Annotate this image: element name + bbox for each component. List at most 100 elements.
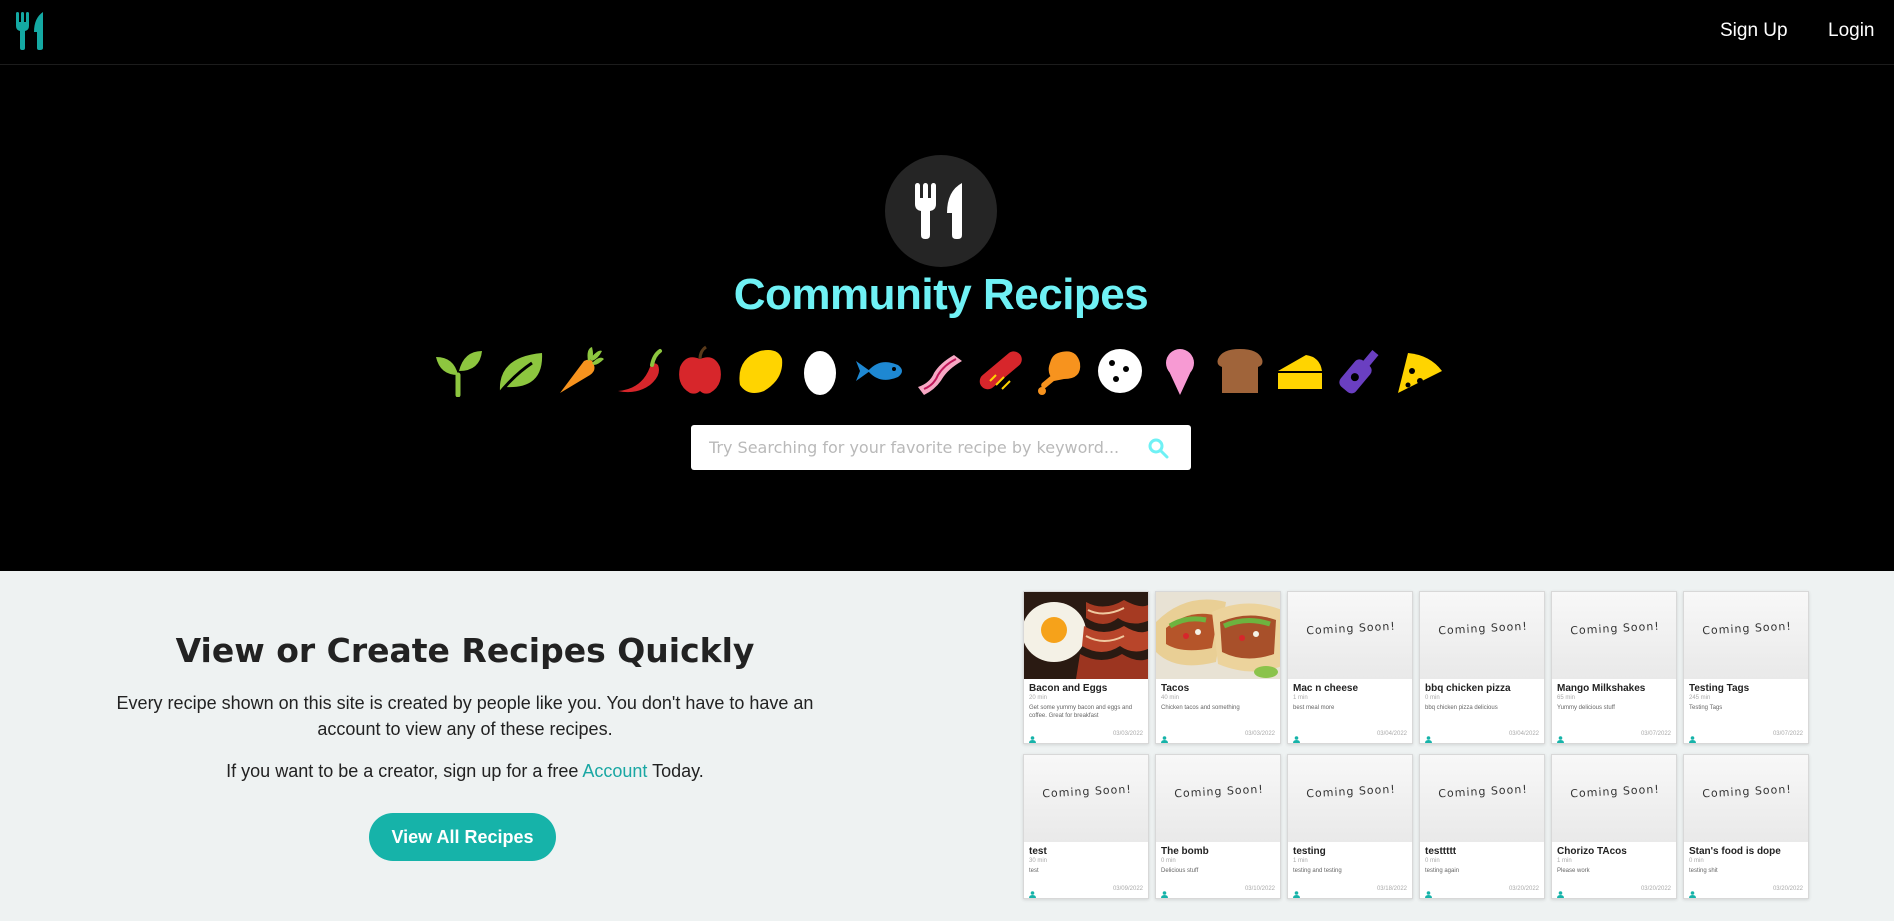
recipe-description: Chicken tacos and something: [1161, 705, 1240, 711]
recipe-image: [1024, 592, 1148, 679]
search-icon[interactable]: [1146, 436, 1170, 460]
carrot-icon: [560, 347, 604, 393]
recipe-description: bbq chicken pizza delicious: [1425, 705, 1498, 711]
recipe-description: best meal more: [1293, 705, 1335, 711]
hotdog-icon: [979, 351, 1022, 390]
cta-text-before: If you want to be a creator, sign up for…: [226, 761, 583, 781]
bacon-icon: [918, 355, 962, 395]
recipe-card[interactable]: Coming Soon! Mac n cheese 1 min best meal m…: [1287, 591, 1413, 744]
coming-soon-image: Coming Soon!: [1552, 755, 1676, 842]
cheese-icon: [1278, 355, 1322, 389]
recipe-card[interactable]: Coming Soon! Stan's food is dope 0 min test…: [1683, 754, 1809, 899]
recipe-title: test: [1029, 846, 1047, 857]
coming-soon-label: Coming Soon!: [1701, 782, 1793, 801]
recipe-card[interactable]: Tacos 40 min Chicken tacos and something 03…: [1155, 591, 1281, 744]
recipe-date: 03/07/2022: [1772, 731, 1803, 737]
recipe-image: [1156, 592, 1280, 679]
coming-soon-label: Coming Soon!: [1437, 619, 1529, 638]
food-icon-row: [434, 345, 1444, 401]
chili-pepper-icon: [618, 349, 662, 393]
section-description: Every recipe shown on this site is creat…: [116, 693, 814, 739]
user-icon: [1293, 885, 1300, 898]
coming-soon-label: Coming Soon!: [1041, 782, 1133, 801]
user-icon: [1557, 885, 1564, 898]
recipe-date: 03/03/2022: [1112, 731, 1143, 737]
view-all-recipes-button[interactable]: View All Recipes: [369, 813, 556, 861]
recipe-time: 65 min: [1557, 695, 1576, 701]
coming-soon-image: Coming Soon!: [1288, 755, 1412, 842]
recipe-description: testing again: [1425, 868, 1460, 874]
recipe-date: 03/04/2022: [1376, 731, 1407, 737]
search-bar: [691, 425, 1191, 470]
fish-icon: [856, 361, 902, 381]
recipe-date: 03/18/2022: [1376, 886, 1407, 892]
egg-icon: [804, 351, 836, 395]
coming-soon-label: Coming Soon!: [1305, 619, 1397, 638]
recipe-title: The bomb: [1161, 846, 1209, 857]
account-link[interactable]: Account: [582, 761, 647, 781]
user-icon: [1161, 730, 1168, 743]
recipe-description: Get some yummy bacon and eggs and coffee…: [1029, 705, 1133, 719]
coming-soon-image: Coming Soon!: [1156, 755, 1280, 842]
coming-soon-image: Coming Soon!: [1024, 755, 1148, 842]
recipe-card[interactable]: Coming Soon! Mango Milkshakes 65 min Yummy …: [1551, 591, 1677, 744]
leaf-icon: [496, 353, 543, 396]
recipe-title: testing: [1293, 846, 1326, 857]
recipe-title: Mango Milkshakes: [1557, 683, 1646, 694]
recipe-card[interactable]: Coming Soon! test 30 min test 03/09/2022: [1023, 754, 1149, 899]
recipe-time: 245 min: [1689, 695, 1711, 701]
recipe-description: Please work: [1557, 868, 1590, 874]
user-icon: [1029, 730, 1036, 743]
drumstick-icon: [1038, 351, 1081, 395]
user-icon: [1557, 730, 1564, 743]
recipe-title: testtttt: [1425, 846, 1457, 857]
recipe-time: 1 min: [1293, 695, 1308, 701]
sprout-icon: [436, 351, 482, 397]
recipe-card[interactable]: Coming Soon! bbq chicken pizza 0 min bbq ch…: [1419, 591, 1545, 744]
recipe-description: testing and testing: [1293, 868, 1342, 874]
recipe-card[interactable]: Bacon and Eggs 20 min Get some yummy bacon…: [1023, 591, 1149, 744]
user-icon: [1029, 885, 1036, 898]
recipe-date: 03/20/2022: [1508, 886, 1539, 892]
recipe-time: 0 min: [1689, 858, 1704, 864]
hero-section: Community Recipes: [0, 65, 1894, 571]
user-icon: [1161, 885, 1168, 898]
recipe-time: 20 min: [1029, 695, 1048, 701]
login-link[interactable]: Login: [1828, 20, 1875, 42]
recipe-description: test: [1029, 868, 1039, 874]
recipe-time: 1 min: [1293, 858, 1308, 864]
recipe-card[interactable]: Coming Soon! Testing Tags 245 min Testing T…: [1683, 591, 1809, 744]
recipe-title: Stan's food is dope: [1689, 846, 1781, 857]
recipe-time: 0 min: [1425, 858, 1440, 864]
recipe-title: bbq chicken pizza: [1425, 683, 1511, 694]
recipe-time: 0 min: [1425, 695, 1440, 701]
recipe-date: 03/03/2022: [1244, 731, 1275, 737]
recipe-description: Testing Tags: [1689, 705, 1723, 711]
search-input[interactable]: [691, 425, 1131, 470]
recipe-time: 1 min: [1557, 858, 1572, 864]
cta-text-after: Today.: [647, 761, 704, 781]
bottle-icon: [1339, 350, 1379, 394]
recipe-card[interactable]: Coming Soon! Chorizo TAcos 1 min Please wor…: [1551, 754, 1677, 899]
recipe-card[interactable]: Coming Soon! testing 1 min testing and test…: [1287, 754, 1413, 899]
recipe-description: testing shit: [1689, 868, 1718, 874]
recipe-card[interactable]: Coming Soon! The bomb 0 min Delicious stuff…: [1155, 754, 1281, 899]
recipe-card[interactable]: Coming Soon! testtttt 0 min testing again 03…: [1419, 754, 1545, 899]
coming-soon-label: Coming Soon!: [1437, 782, 1529, 801]
coming-soon-image: Coming Soon!: [1420, 755, 1544, 842]
coming-soon-image: Coming Soon!: [1552, 592, 1676, 679]
recipe-date: 03/04/2022: [1508, 731, 1539, 737]
recipe-date: 03/07/2022: [1640, 731, 1671, 737]
creator-cta: If you want to be a creator, sign up for…: [0, 761, 930, 782]
apple-icon: [679, 345, 721, 394]
hero-logo-circle: [885, 155, 997, 267]
page-title: Community Recipes: [733, 270, 1149, 319]
cookie-icon: [1098, 349, 1142, 393]
ice-cream-icon: [1166, 349, 1194, 395]
bread-icon: [1217, 349, 1263, 393]
fork-knife-logo-icon[interactable]: [16, 12, 48, 50]
coming-soon-image: Coming Soon!: [1684, 755, 1808, 842]
section-title: View or Create Recipes Quickly: [175, 631, 755, 670]
recipe-time: 30 min: [1029, 858, 1048, 864]
signup-link[interactable]: Sign Up: [1720, 20, 1788, 42]
